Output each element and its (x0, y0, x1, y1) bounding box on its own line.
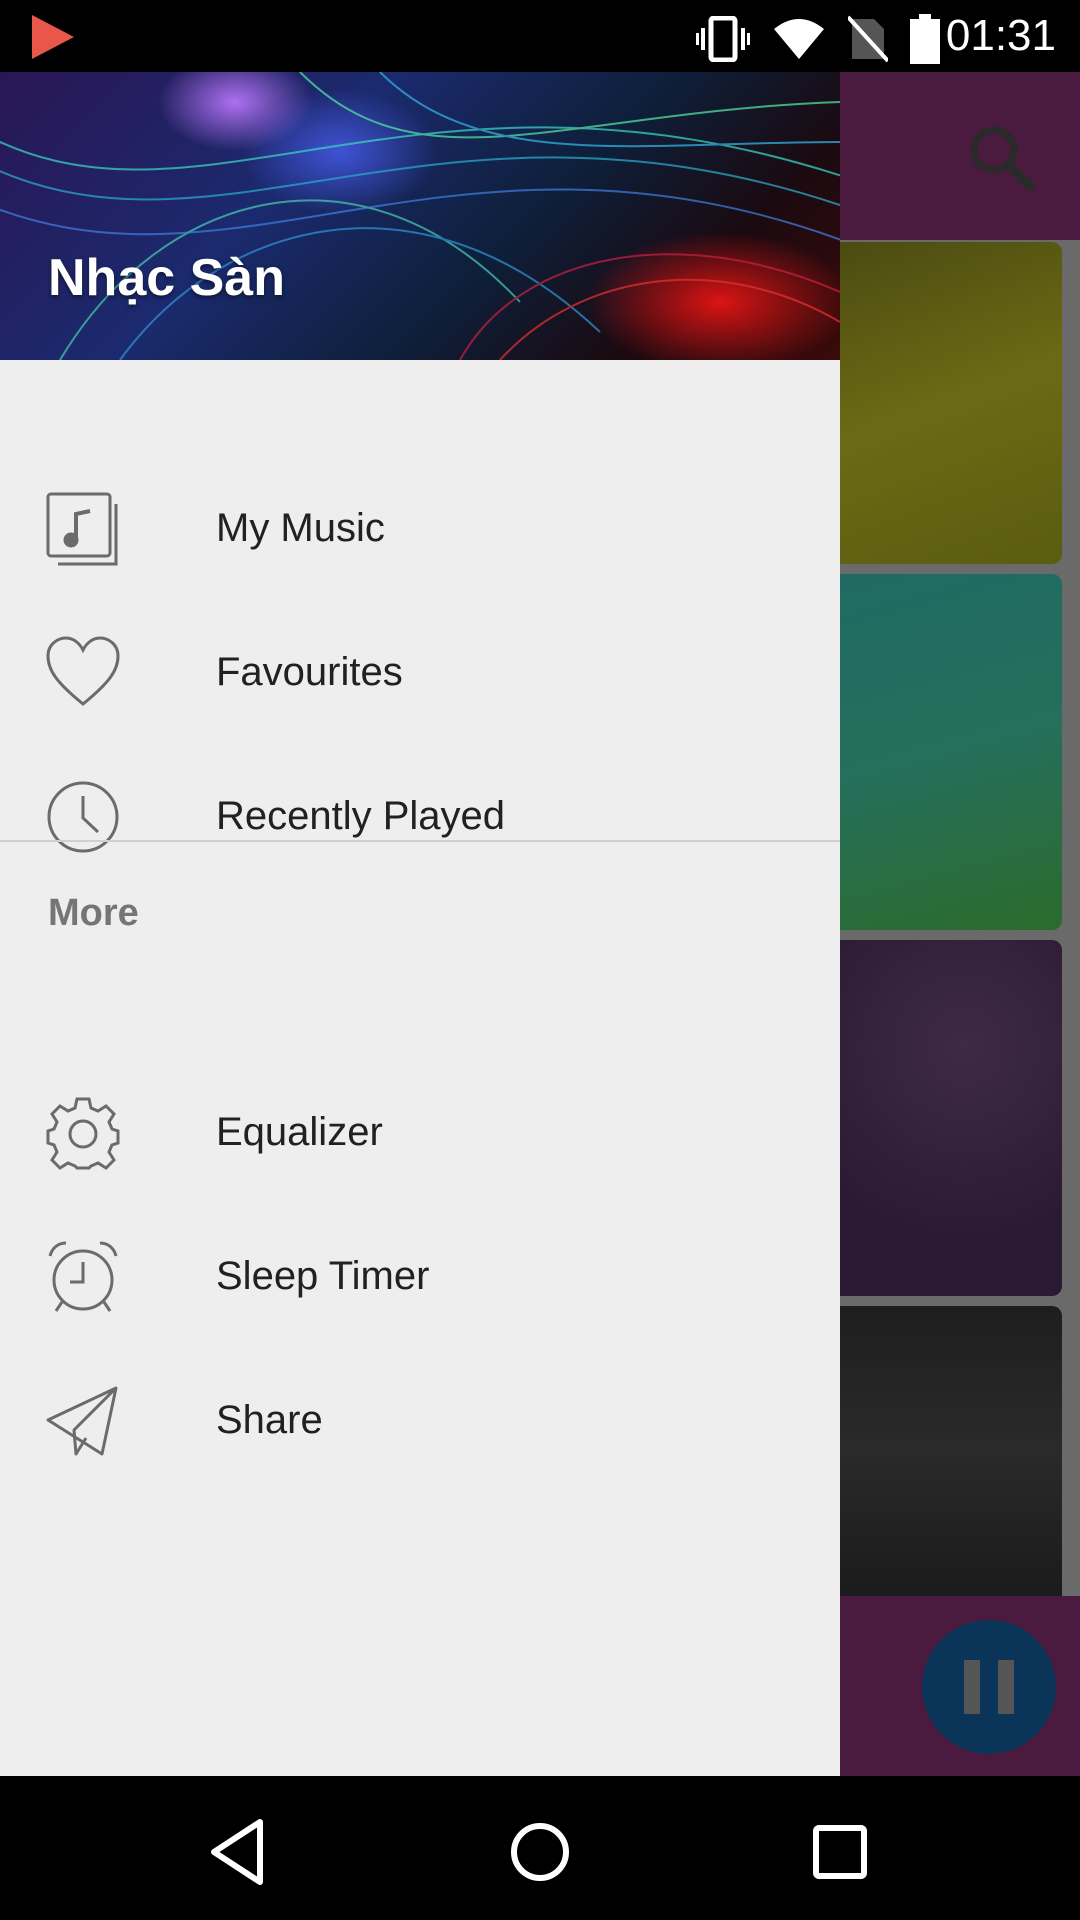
back-icon[interactable] (200, 1812, 280, 1892)
home-icon[interactable] (500, 1812, 580, 1892)
status-clock: 01:31 (945, 11, 1056, 60)
no-sim-icon (846, 15, 890, 68)
menu-item-sleep-timer[interactable]: Sleep Timer (0, 1204, 840, 1348)
menu-item-favourites[interactable]: Favourites (0, 600, 840, 744)
menu-item-share[interactable]: Share (0, 1348, 840, 1492)
menu-item-label: Favourites (216, 650, 403, 694)
navigation-drawer: Nhạc Sàn My Music Favourites Recently Pl… (0, 72, 840, 1776)
clock-icon (46, 780, 120, 854)
play-store-icon (28, 12, 78, 67)
music-library-icon (46, 492, 120, 566)
status-bar: 01:31 (0, 0, 1080, 72)
menu-item-recently-played[interactable]: Recently Played (0, 744, 840, 888)
gear-icon (46, 1096, 120, 1170)
search-icon[interactable] (966, 122, 1036, 197)
heart-icon (46, 636, 120, 710)
menu-item-label: Equalizer (216, 1110, 383, 1154)
divider (0, 840, 840, 842)
menu-item-label: Share (216, 1398, 323, 1442)
vibrate-icon (696, 15, 750, 67)
section-header-more: More (48, 892, 139, 934)
album-card[interactable] (820, 242, 1062, 564)
system-nav-bar (0, 1776, 1080, 1920)
header-art (0, 72, 840, 360)
pause-button[interactable] (922, 1620, 1056, 1754)
album-card[interactable] (820, 574, 1062, 930)
battery-icon (910, 14, 940, 69)
drawer-title: Nhạc Sàn (48, 249, 285, 307)
menu-item-equalizer[interactable]: Equalizer (0, 1060, 840, 1204)
paper-plane-icon (46, 1384, 120, 1458)
menu-item-label: Recently Played (216, 794, 506, 838)
menu-item-label: My Music (216, 506, 385, 550)
album-card[interactable] (820, 940, 1062, 1296)
drawer-header: Nhạc Sàn (0, 72, 840, 360)
wifi-icon (772, 17, 826, 66)
alarm-clock-icon (46, 1240, 120, 1314)
menu-item-my-music[interactable]: My Music (0, 456, 840, 600)
recents-icon[interactable] (800, 1812, 880, 1892)
menu-item-label: Sleep Timer (216, 1254, 430, 1298)
